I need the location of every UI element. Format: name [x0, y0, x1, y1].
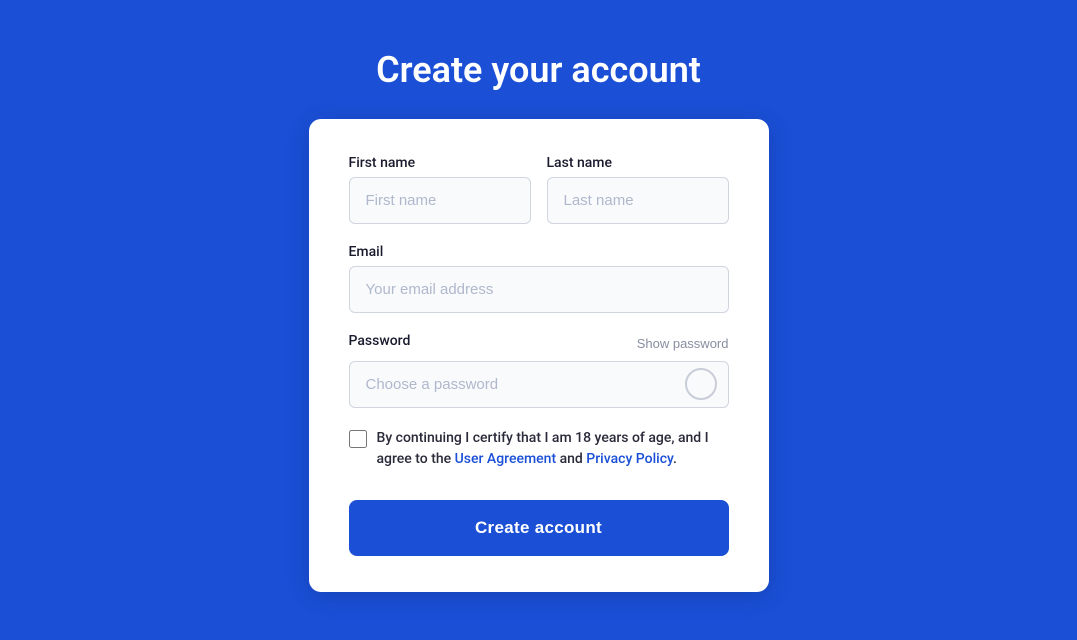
password-input[interactable] — [349, 361, 729, 408]
create-account-button[interactable]: Create account — [349, 500, 729, 556]
user-agreement-link[interactable]: User Agreement — [455, 451, 556, 467]
name-row: First name Last name — [349, 155, 729, 224]
page-title: Create your account — [376, 49, 701, 91]
password-field-group: Password Show password — [349, 333, 729, 408]
first-name-label: First name — [349, 155, 531, 171]
first-name-input[interactable] — [349, 177, 531, 224]
certify-checkbox[interactable] — [349, 430, 367, 448]
email-label: Email — [349, 244, 729, 260]
signup-card: First name Last name Email Password Show… — [309, 119, 769, 592]
email-field-group: Email — [349, 244, 729, 313]
last-name-field-group: Last name — [547, 155, 729, 224]
certify-row: By continuing I certify that I am 18 yea… — [349, 428, 729, 476]
show-password-button[interactable]: Show password — [637, 336, 729, 351]
certify-text-end: . — [673, 451, 677, 467]
certify-text-mid: and — [556, 451, 586, 467]
password-input-wrapper — [349, 361, 729, 408]
email-input[interactable] — [349, 266, 729, 313]
last-name-label: Last name — [547, 155, 729, 171]
last-name-input[interactable] — [547, 177, 729, 224]
password-label: Password — [349, 333, 411, 349]
password-visibility-toggle[interactable] — [685, 368, 717, 400]
password-header: Password Show password — [349, 333, 729, 355]
privacy-policy-link[interactable]: Privacy Policy — [586, 451, 673, 467]
certify-label: By continuing I certify that I am 18 yea… — [377, 428, 729, 470]
first-name-field-group: First name — [349, 155, 531, 224]
